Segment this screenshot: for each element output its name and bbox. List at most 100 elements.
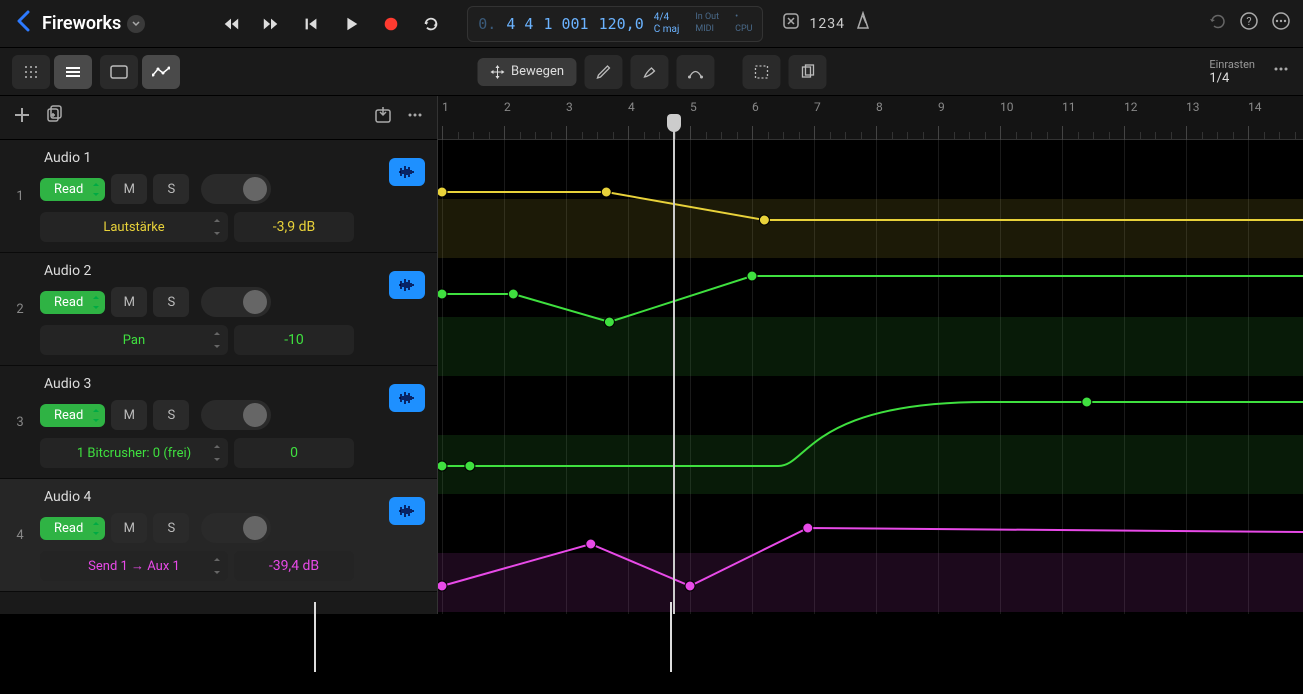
forward-button[interactable]	[253, 6, 289, 42]
ruler-bar-number: 6	[752, 100, 759, 114]
ruler-bar-number: 14	[1248, 100, 1262, 114]
volume-knob[interactable]	[201, 287, 271, 317]
automation-lane[interactable]	[438, 258, 1303, 376]
transport-controls	[213, 6, 449, 42]
counter-display[interactable]: 1234	[809, 16, 844, 32]
automation-mode-button[interactable]: Read	[40, 517, 105, 540]
parameter-select[interactable]: Lautstärke	[40, 212, 228, 242]
automation-point[interactable]	[759, 215, 769, 225]
move-tool-button[interactable]: Bewegen	[477, 58, 576, 86]
volume-knob[interactable]	[201, 513, 271, 543]
more-button[interactable]	[1271, 11, 1291, 36]
parameter-select[interactable]: 1 Bitcrusher: 0 (frei)	[40, 438, 228, 468]
copy-tool-button[interactable]	[788, 55, 826, 89]
mute-button[interactable]: M	[111, 513, 147, 543]
cycle-button[interactable]	[413, 6, 449, 42]
add-track-button[interactable]	[12, 105, 32, 130]
rewind-button[interactable]	[213, 6, 249, 42]
parameter-select[interactable]: Send 1 → Aux 1	[40, 551, 228, 581]
solo-button[interactable]: S	[153, 400, 189, 430]
waveform-icon[interactable]	[389, 497, 425, 525]
automation-point[interactable]	[438, 581, 447, 591]
help-button[interactable]: ?	[1239, 11, 1259, 36]
automation-lane[interactable]	[438, 494, 1303, 612]
undo-button[interactable]	[1207, 11, 1227, 36]
callout-line-right	[670, 602, 672, 672]
automation-point[interactable]	[604, 317, 614, 327]
track-options-button[interactable]	[405, 105, 425, 130]
parameter-value[interactable]: -39,4 dB	[234, 551, 354, 581]
mute-button[interactable]: M	[111, 400, 147, 430]
lcd-display[interactable]: 0. 4 4 1 001 120,0 4/4 C maj In Out MIDI…	[467, 6, 763, 42]
import-button[interactable]	[373, 105, 393, 130]
track-header[interactable]: 1 Audio 1 Read M S Lautstärke -3,9 dB	[0, 140, 437, 253]
lcd-midi: MIDI	[695, 24, 719, 36]
automation-point[interactable]	[747, 271, 757, 281]
track-header[interactable]: 2 Audio 2 Read M S Pan -10	[0, 253, 437, 366]
automation-point[interactable]	[601, 187, 611, 197]
playhead[interactable]	[673, 114, 675, 614]
go-to-start-button[interactable]	[293, 6, 329, 42]
solo-button[interactable]: S	[153, 174, 189, 204]
parameter-value[interactable]: 0	[234, 438, 354, 468]
solo-button[interactable]: S	[153, 513, 189, 543]
waveform-icon[interactable]	[389, 271, 425, 299]
parameter-value[interactable]: -10	[234, 325, 354, 355]
automation-lane[interactable]	[438, 140, 1303, 258]
automation-point[interactable]	[438, 461, 447, 471]
toolbar: Bewegen Einrasten 1/4	[0, 48, 1303, 96]
parameter-select[interactable]: Pan	[40, 325, 228, 355]
mute-button[interactable]: M	[111, 174, 147, 204]
automation-point[interactable]	[438, 289, 447, 299]
track-header-column: 1 Audio 1 Read M S Lautstärke -3,9 dB 2 …	[0, 96, 438, 614]
duplicate-track-button[interactable]	[44, 105, 64, 130]
track-header[interactable]: 4 Audio 4 Read M S Send 1 → Aux 1 -39,4 …	[0, 479, 437, 592]
lcd-meta: 4/4 C maj	[654, 12, 680, 36]
automation-point[interactable]	[586, 539, 596, 549]
track-header[interactable]: 3 Audio 3 Read M S 1 Bitcrusher: 0 (frei…	[0, 366, 437, 479]
snap-label: Einrasten	[1209, 58, 1255, 71]
automation-point[interactable]	[803, 523, 813, 533]
automation-lane[interactable]	[438, 376, 1303, 494]
ruler-bar-number: 5	[690, 100, 697, 114]
automation-view-button[interactable]	[142, 55, 180, 89]
volume-knob[interactable]	[201, 400, 271, 430]
mute-button[interactable]: M	[111, 287, 147, 317]
track-name: Audio 4	[40, 489, 425, 505]
marquee-tool-button[interactable]	[742, 55, 780, 89]
timeline[interactable]: 1234567891011121314	[438, 96, 1303, 614]
project-title[interactable]: Fireworks	[42, 13, 145, 34]
automation-point[interactable]	[685, 581, 695, 591]
automation-mode-button[interactable]: Read	[40, 291, 105, 314]
grid-view-button[interactable]	[12, 55, 50, 89]
automation-point[interactable]	[1082, 397, 1092, 407]
marker-button[interactable]	[781, 11, 801, 36]
automation-point[interactable]	[508, 289, 518, 299]
record-button[interactable]	[373, 6, 409, 42]
solo-button[interactable]: S	[153, 287, 189, 317]
automation-mode-button[interactable]: Read	[40, 404, 105, 427]
pencil-tool-button[interactable]	[584, 55, 622, 89]
region-view-button[interactable]	[100, 55, 138, 89]
automation-point[interactable]	[438, 187, 447, 197]
brush-tool-button[interactable]	[630, 55, 668, 89]
lcd-beats: 1 001	[543, 15, 588, 33]
curve-tool-button[interactable]	[676, 55, 714, 89]
snap-value: 1/4	[1209, 71, 1229, 86]
parameter-value[interactable]: -3,9 dB	[234, 212, 354, 242]
waveform-icon[interactable]	[389, 158, 425, 186]
volume-knob[interactable]	[201, 174, 271, 204]
metronome-button[interactable]	[853, 11, 873, 36]
automation-mode-button[interactable]: Read	[40, 178, 105, 201]
automation-point[interactable]	[465, 461, 475, 471]
view-mode-group	[12, 55, 92, 89]
toolbar-more-button[interactable]	[1271, 59, 1291, 84]
snap-settings[interactable]: Einrasten 1/4	[1209, 58, 1255, 86]
back-button[interactable]	[12, 10, 34, 38]
waveform-icon[interactable]	[389, 384, 425, 412]
ruler[interactable]: 1234567891011121314	[438, 96, 1303, 140]
list-view-button[interactable]	[54, 55, 92, 89]
ruler-bar-number: 1	[442, 100, 449, 114]
play-button[interactable]	[333, 6, 369, 42]
edit-tools: Bewegen	[477, 55, 826, 89]
